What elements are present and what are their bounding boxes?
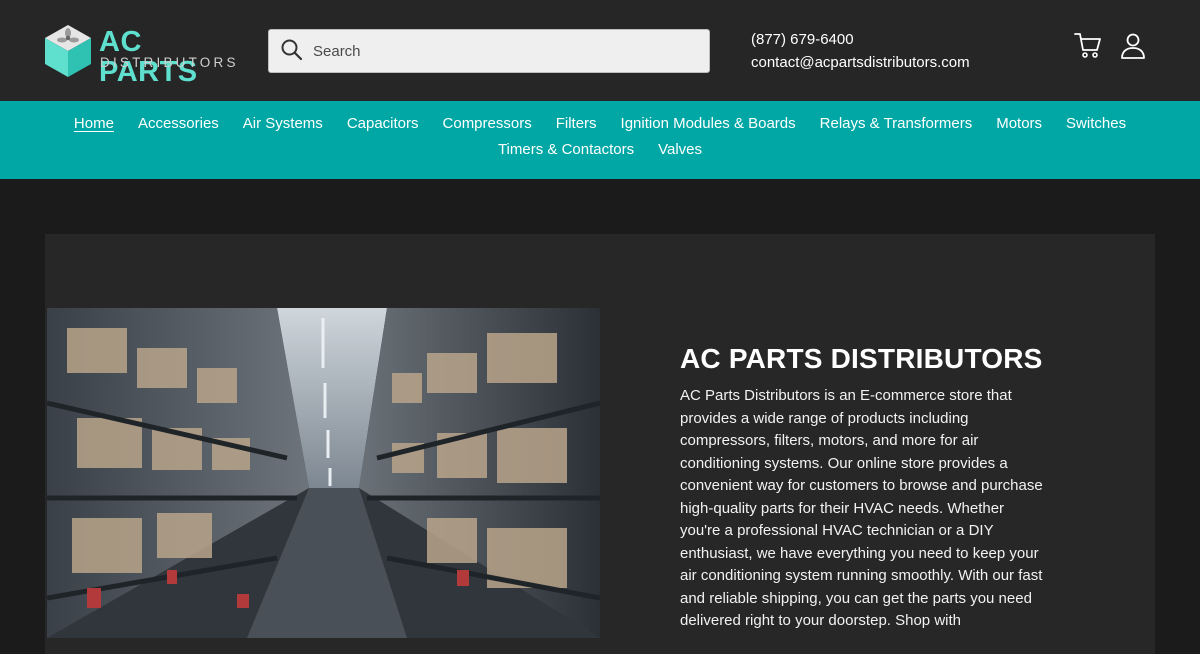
about-body: AC Parts Distributors is an E-commerce s… bbox=[680, 387, 1043, 629]
nav-item-switches[interactable]: Switches bbox=[1066, 115, 1126, 132]
main-nav: Home Accessories Air Systems Capacitors … bbox=[0, 101, 1200, 179]
warehouse-image bbox=[47, 308, 600, 638]
warehouse-aisle-illustration bbox=[47, 308, 600, 638]
site-logo[interactable]: AC PARTS DISTRIBUTORS bbox=[45, 25, 245, 87]
header-bar: AC PARTS DISTRIBUTORS (877) 679-6400 con… bbox=[0, 0, 1200, 101]
account-icon[interactable] bbox=[1120, 32, 1146, 60]
contact-phone[interactable]: (877) 679-6400 bbox=[751, 28, 970, 51]
logo-text-secondary: DISTRIBUTORS bbox=[100, 55, 239, 70]
about-title: AC PARTS DISTRIBUTORS bbox=[680, 343, 1043, 374]
nav-item-valves[interactable]: Valves bbox=[658, 141, 702, 158]
contact-email[interactable]: contact@acpartsdistributors.com bbox=[751, 51, 970, 74]
cart-icon[interactable] bbox=[1074, 32, 1102, 60]
nav-item-accessories[interactable]: Accessories bbox=[138, 115, 219, 132]
nav-item-air-systems[interactable]: Air Systems bbox=[243, 115, 323, 132]
nav-item-compressors[interactable]: Compressors bbox=[443, 115, 532, 132]
contact-info: (877) 679-6400 contact@acpartsdistributo… bbox=[751, 28, 970, 74]
nav-row-primary: Home Accessories Air Systems Capacitors … bbox=[0, 115, 1200, 132]
nav-item-motors[interactable]: Motors bbox=[996, 115, 1042, 132]
logo-cube-icon bbox=[45, 25, 91, 77]
search-icon[interactable] bbox=[280, 38, 304, 62]
nav-item-home[interactable]: Home bbox=[74, 115, 114, 132]
nav-row-secondary: Timers & Contactors Valves bbox=[0, 141, 1200, 158]
nav-item-ignition-modules-boards[interactable]: Ignition Modules & Boards bbox=[621, 115, 796, 132]
search-box[interactable] bbox=[268, 29, 710, 73]
nav-item-timers-contactors[interactable]: Timers & Contactors bbox=[498, 141, 634, 158]
nav-item-relays-transformers[interactable]: Relays & Transformers bbox=[820, 115, 973, 132]
search-input[interactable] bbox=[313, 30, 703, 72]
nav-item-filters[interactable]: Filters bbox=[556, 115, 597, 132]
nav-item-capacitors[interactable]: Capacitors bbox=[347, 115, 419, 132]
